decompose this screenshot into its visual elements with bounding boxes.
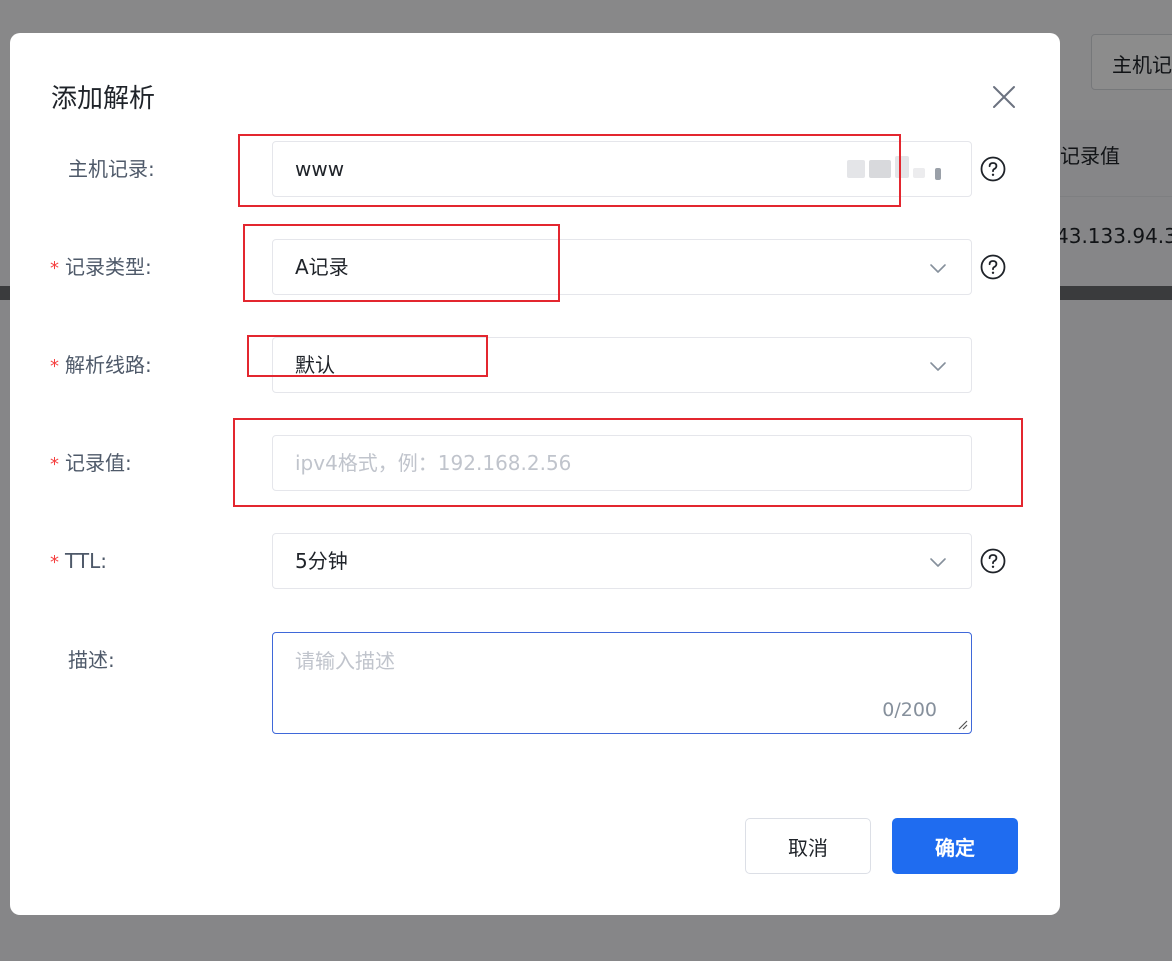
record-value-input[interactable]	[272, 435, 972, 491]
record-type-select[interactable]: A记录	[272, 239, 972, 295]
description-row: 描述: 0/200	[10, 632, 1060, 734]
host-record-value: www	[295, 157, 345, 181]
record-type-value: A记录	[295, 255, 349, 279]
character-counter: 0/200	[882, 699, 937, 721]
ttl-label: * TTL:	[50, 549, 107, 573]
host-record-label: 主机记录:	[68, 157, 155, 181]
close-icon[interactable]	[990, 83, 1018, 111]
blurred-domain-suffix	[935, 168, 941, 180]
confirm-button[interactable]: 确定	[892, 818, 1018, 874]
resize-handle-icon[interactable]	[956, 718, 968, 730]
host-record-row: 主机记录: www	[10, 141, 1060, 197]
ttl-select[interactable]: 5分钟	[272, 533, 972, 589]
resolve-line-label: * 解析线路:	[50, 353, 152, 377]
chevron-down-icon	[930, 558, 946, 567]
description-textarea-wrapper: 0/200	[272, 632, 972, 734]
host-record-input[interactable]: www	[272, 141, 972, 197]
required-mark: *	[50, 552, 59, 573]
ttl-value: 5分钟	[295, 549, 348, 573]
blurred-domain-suffix	[847, 160, 865, 178]
required-mark: *	[50, 454, 59, 475]
record-value-row: * 记录值:	[10, 435, 1060, 491]
question-circle-icon[interactable]	[980, 254, 1006, 280]
blurred-domain-suffix	[869, 160, 891, 178]
add-record-dialog: 添加解析 主机记录: www * 记录类型: A记录 * 解析线路: 默认 * …	[10, 33, 1060, 915]
ttl-row: * TTL: 5分钟	[10, 533, 1060, 589]
chevron-down-icon	[930, 362, 946, 371]
description-textarea[interactable]	[273, 633, 971, 733]
record-value-label: * 记录值:	[50, 451, 132, 475]
description-label: 描述:	[68, 648, 115, 672]
required-mark: *	[50, 356, 59, 377]
record-type-row: * 记录类型: A记录	[10, 239, 1060, 295]
resolve-line-select[interactable]: 默认	[272, 337, 972, 393]
question-circle-icon[interactable]	[980, 156, 1006, 182]
cancel-button[interactable]: 取消	[745, 818, 871, 874]
resolve-line-row: * 解析线路: 默认	[10, 337, 1060, 393]
required-mark: *	[50, 258, 59, 279]
record-type-label: * 记录类型:	[50, 255, 152, 279]
question-circle-icon[interactable]	[980, 548, 1006, 574]
blurred-domain-suffix	[913, 168, 925, 178]
chevron-down-icon	[930, 264, 946, 273]
dialog-title: 添加解析	[51, 84, 156, 114]
resolve-line-value: 默认	[295, 353, 335, 377]
blurred-domain-suffix	[895, 156, 909, 178]
